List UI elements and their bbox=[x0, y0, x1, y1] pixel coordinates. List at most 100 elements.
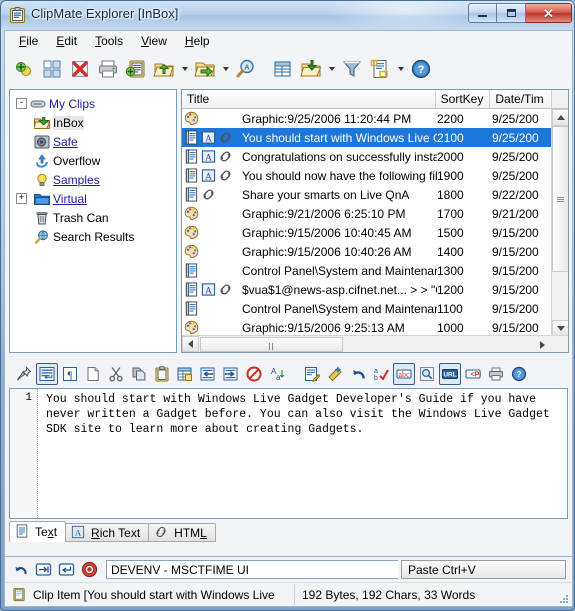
table-row[interactable]: ACongratulations on successfully install… bbox=[182, 147, 552, 166]
menu-item-help[interactable]: Help bbox=[176, 32, 219, 50]
menu-item-edit[interactable]: Edit bbox=[47, 32, 86, 50]
paste-icon[interactable] bbox=[151, 363, 173, 385]
import-dropdown-arrow-icon[interactable] bbox=[220, 56, 231, 82]
insert-before-icon[interactable] bbox=[197, 363, 219, 385]
scroll-right-button[interactable] bbox=[534, 337, 551, 353]
source-app-field[interactable]: DEVENV - MSCTFIME UI bbox=[106, 560, 398, 579]
edit-properties-icon[interactable] bbox=[301, 363, 323, 385]
column-header-sortkey[interactable]: SortKey bbox=[436, 90, 491, 108]
powerpaste-icon[interactable]: <P> bbox=[462, 363, 484, 385]
vertical-scroll-thumb[interactable] bbox=[552, 126, 569, 272]
table-row[interactable]: Graphic:9/15/2006 10:40:26 AM14009/15/20… bbox=[182, 242, 552, 261]
properties-dropdown-arrow-icon[interactable] bbox=[395, 56, 406, 82]
undo-paste-icon[interactable] bbox=[10, 560, 30, 580]
table-row[interactable]: A$vua$1@news-asp.cifnet.net... > > "Chri… bbox=[182, 280, 552, 299]
tree-node-overflow[interactable]: Overflow bbox=[12, 151, 174, 170]
open-folder-in-icon[interactable] bbox=[192, 56, 218, 82]
expander-collapse-icon[interactable]: - bbox=[16, 98, 27, 109]
table-row[interactable]: Control Panel\System and Maintenance\...… bbox=[182, 261, 552, 280]
table-row[interactable]: AYou should start with Windows Live Gad.… bbox=[182, 128, 552, 147]
paste-special-icon[interactable] bbox=[174, 363, 196, 385]
menu-item-tools[interactable]: Tools bbox=[86, 32, 132, 50]
close-button[interactable]: ✕ bbox=[526, 3, 572, 23]
tab-text[interactable]: Text bbox=[9, 521, 66, 542]
tree-node-trash-can[interactable]: Trash Can bbox=[12, 208, 174, 227]
undo-icon[interactable] bbox=[347, 363, 369, 385]
expander-expand-icon[interactable]: + bbox=[16, 193, 27, 204]
new-document-icon[interactable] bbox=[82, 363, 104, 385]
target-icon[interactable] bbox=[79, 560, 99, 580]
row-type-icons: A bbox=[182, 282, 240, 298]
tree-node-inbox[interactable]: InBox bbox=[12, 113, 174, 132]
cell-title: Graphic:9/15/2006 10:40:45 AM bbox=[240, 226, 437, 240]
tab-rich-text[interactable]: A Rich Text bbox=[65, 523, 149, 542]
cell-sortkey: 1200 bbox=[437, 283, 492, 297]
scroll-left-button[interactable] bbox=[182, 336, 199, 352]
pin-icon[interactable] bbox=[13, 363, 35, 385]
table-row[interactable]: Share your smarts on Live QnA18009/22/20… bbox=[182, 185, 552, 204]
resize-grip-icon[interactable] bbox=[558, 593, 568, 603]
paste-mode-select[interactable]: Paste Ctrl+V bbox=[401, 560, 566, 579]
menu-item-file[interactable]: File bbox=[10, 32, 47, 50]
copy-tiles-icon[interactable] bbox=[39, 56, 65, 82]
case-change-icon[interactable]: A a bbox=[266, 363, 288, 385]
table-row[interactable]: Graphic:9/25/2006 11:20:44 PM22009/25/20… bbox=[182, 109, 552, 128]
print-small-icon[interactable] bbox=[485, 363, 507, 385]
maximize-button[interactable] bbox=[497, 3, 526, 23]
clip-properties-icon[interactable] bbox=[367, 56, 393, 82]
funnel-icon[interactable] bbox=[339, 56, 365, 82]
collection-tree[interactable]: - My Clips bbox=[9, 89, 177, 353]
delete-icon[interactable] bbox=[67, 56, 93, 82]
tab-key-icon[interactable] bbox=[33, 560, 53, 580]
column-header-title[interactable]: Title bbox=[182, 90, 436, 108]
help-icon[interactable]: ? bbox=[408, 56, 434, 82]
table-row[interactable]: AYou should now have the following files… bbox=[182, 166, 552, 185]
open-folder-out-icon[interactable] bbox=[151, 56, 177, 82]
tab-html[interactable]: HTML bbox=[148, 523, 216, 542]
case-change-dropdown-icon[interactable] bbox=[289, 363, 300, 385]
magic-wand-icon[interactable] bbox=[324, 363, 346, 385]
menu-item-view[interactable]: View bbox=[132, 32, 176, 50]
table-row[interactable]: Control Panel\System and Maintenance\...… bbox=[182, 299, 552, 318]
tree-node-samples[interactable]: Samples bbox=[12, 170, 174, 189]
folder-download-icon[interactable] bbox=[298, 56, 324, 82]
find-text-icon[interactable]: abc bbox=[393, 363, 415, 385]
clip-text-editor[interactable]: 1 You should start with Windows Live Gad… bbox=[9, 388, 568, 519]
help-small-icon[interactable]: ? bbox=[508, 363, 530, 385]
export-dropdown-arrow-icon[interactable] bbox=[179, 56, 190, 82]
list-vertical-scrollbar[interactable] bbox=[551, 109, 568, 337]
capture-dropdown-arrow-icon[interactable] bbox=[326, 56, 337, 82]
enter-key-icon[interactable] bbox=[56, 560, 76, 580]
list-view-icon[interactable] bbox=[270, 56, 296, 82]
insert-after-icon[interactable] bbox=[220, 363, 242, 385]
tree-node-my-clips[interactable]: - My Clips bbox=[12, 94, 174, 113]
spellcheck-icon[interactable]: A bbox=[233, 56, 259, 82]
copy-icon[interactable] bbox=[128, 363, 150, 385]
paste-clipboard-icon[interactable] bbox=[123, 56, 149, 82]
list-body[interactable]: Graphic:9/25/2006 11:20:44 PM22009/25/20… bbox=[182, 109, 552, 337]
url-icon[interactable]: URL bbox=[439, 363, 461, 385]
spellcheck-abc-icon[interactable]: a b bbox=[370, 363, 392, 385]
main-toolbar: A bbox=[4, 51, 573, 87]
minimize-button[interactable] bbox=[468, 3, 497, 23]
column-header-datetime[interactable]: Date/Tim bbox=[490, 90, 552, 108]
column-header-corner bbox=[552, 90, 568, 108]
paragraph-icon[interactable]: ¶ bbox=[59, 363, 81, 385]
horizontal-scroll-thumb[interactable] bbox=[200, 337, 343, 352]
clip-list[interactable]: Title SortKey Date/Tim Graphic:9/25/2006… bbox=[181, 89, 569, 353]
new-collection-icon[interactable] bbox=[11, 56, 37, 82]
table-row[interactable]: Graphic:9/15/2006 10:40:45 AM15009/15/20… bbox=[182, 223, 552, 242]
tree-node-virtual[interactable]: + Virtual bbox=[12, 189, 174, 208]
list-horizontal-scrollbar[interactable] bbox=[182, 335, 568, 352]
print-icon[interactable] bbox=[95, 56, 121, 82]
cut-icon[interactable] bbox=[105, 363, 127, 385]
table-row[interactable]: Graphic:9/21/2006 6:25:10 PM17009/21/200 bbox=[182, 204, 552, 223]
editor-text[interactable]: You should start with Windows Live Gadge… bbox=[38, 389, 567, 518]
tree-node-safe[interactable]: Safe bbox=[12, 132, 174, 151]
wordwrap-icon[interactable] bbox=[36, 363, 58, 385]
svg-text:A: A bbox=[205, 286, 212, 296]
no-entry-icon[interactable] bbox=[243, 363, 265, 385]
tree-node-search-results[interactable]: Search Results bbox=[12, 227, 174, 246]
scroll-up-button[interactable] bbox=[552, 109, 569, 126]
find-zoom-icon[interactable] bbox=[416, 363, 438, 385]
